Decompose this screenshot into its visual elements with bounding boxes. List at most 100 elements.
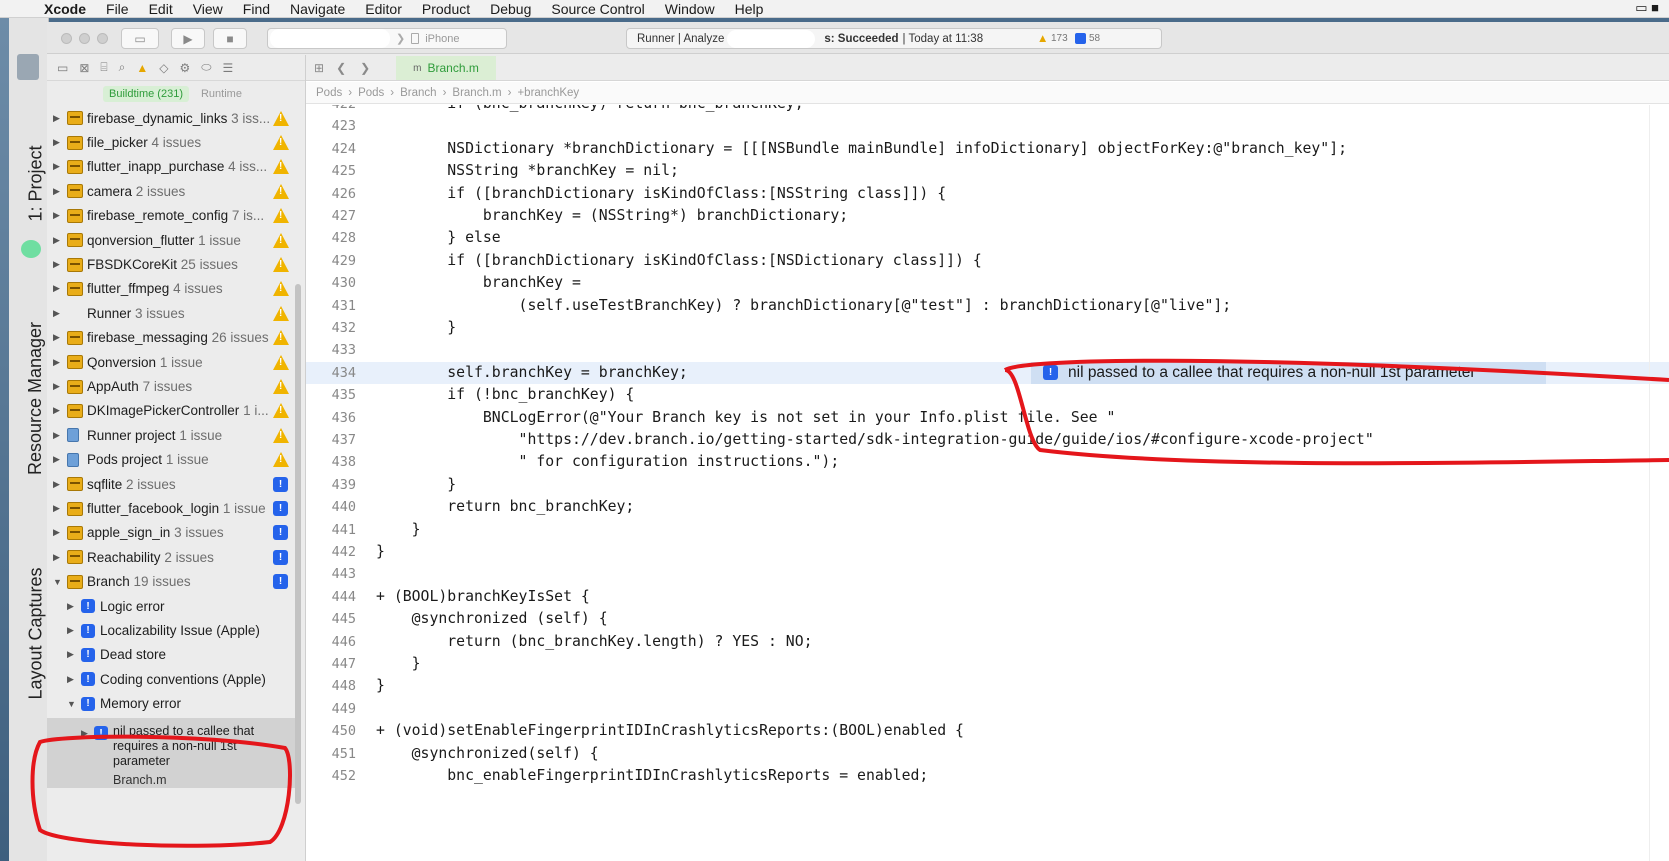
code-line[interactable]: 448 } [306,675,1669,697]
debug-icon[interactable]: ⚙ [179,61,190,75]
warning-count-icon[interactable]: ▲ [1037,33,1048,45]
line-number[interactable]: 427 [306,205,356,227]
issue-group-row[interactable]: ▶ qonversion_flutter 1 issue [47,228,295,252]
code-line[interactable]: 424 NSDictionary *branchDictionary = [[[… [306,138,1669,160]
disclosure-closed-icon[interactable]: ▶ [53,503,60,514]
line-number[interactable]: 436 [306,407,356,429]
issue-group-row[interactable]: ▶ flutter_inapp_purchase 4 iss... [47,155,295,179]
line-number[interactable]: 429 [306,250,356,272]
menu-debug[interactable]: Debug [490,1,531,17]
issue-group-row[interactable]: ▼ Branch 19 issues ! [47,570,295,594]
menu-file[interactable]: File [106,1,129,17]
tab-branch-m[interactable]: m Branch.m [396,56,496,80]
code-line[interactable]: 441 } [306,519,1669,541]
code-area[interactable]: 422 if (bnc_branchKey) return bnc_branch… [306,105,1669,861]
issue-group-row[interactable]: ▶ Pods project 1 issue [47,448,295,472]
code-line[interactable]: 447 } [306,653,1669,675]
menu-window[interactable]: Window [665,1,715,17]
issue-group-row[interactable]: ▶ AppAuth 7 issues [47,374,295,398]
line-number[interactable]: 450 [306,720,356,742]
menu-help[interactable]: Help [735,1,764,17]
disclosure-closed-icon[interactable]: ▶ [53,552,60,563]
symbol-icon[interactable]: ⌸ [100,60,107,75]
code-line[interactable]: 431 (self.useTestBranchKey) ? branchDict… [306,295,1669,317]
line-number[interactable]: 430 [306,272,356,294]
disclosure-closed-icon[interactable]: ▶ [53,527,60,538]
disclosure-closed-icon[interactable]: ▶ [53,479,60,490]
disclosure-closed-icon[interactable]: ▶ [53,454,60,465]
code-line[interactable]: 423 [306,115,1669,137]
menu-app[interactable]: Xcode [44,1,86,17]
menu-source-control[interactable]: Source Control [551,1,644,17]
inline-issue-banner[interactable]: ! nil passed to a callee that requires a … [1031,361,1546,385]
menu-editor[interactable]: Editor [365,1,402,17]
code-line[interactable]: 429 if ([branchDictionary isKindOfClass:… [306,250,1669,272]
code-line[interactable]: 433 [306,339,1669,361]
line-number[interactable]: 451 [306,743,356,765]
disclosure-closed-icon[interactable]: ▶ [67,625,74,636]
code-line[interactable]: 422 if (bnc_branchKey) return bnc_branch… [306,105,1669,115]
scope-buildtime[interactable]: Buildtime (231) [103,86,189,102]
issue-category-row[interactable]: ▶ ! Coding conventions (Apple) [47,667,295,691]
stop-button[interactable]: ■ [213,28,247,49]
code-line[interactable]: 436 BNCLogError(@"Your Branch key is not… [306,407,1669,429]
issue-group-row[interactable]: ▶ Qonversion 1 issue [47,350,295,374]
menu-edit[interactable]: Edit [149,1,173,17]
line-number[interactable]: 442 [306,541,356,563]
issue-group-row[interactable]: ▶ sqflite 2 issues ! [47,472,295,496]
disclosure-closed-icon[interactable]: ▶ [53,405,60,416]
issue-group-row[interactable]: ▶ firebase_remote_config 7 is... [47,204,295,228]
report-icon[interactable]: ☰ [222,61,233,75]
issue-group-row[interactable]: ▶ file_picker 4 issues [47,130,295,154]
breadcrumb-item[interactable]: Branch [400,87,436,99]
disclosure-closed-icon[interactable]: ▶ [53,259,60,270]
line-number[interactable]: 437 [306,429,356,451]
error-count-icon[interactable] [1075,33,1086,44]
source-control-icon[interactable]: ⊠ [79,61,89,75]
menu-product[interactable]: Product [422,1,470,17]
issue-group-row[interactable]: ▶ firebase_messaging 26 issues [47,326,295,350]
line-number[interactable]: 446 [306,631,356,653]
issue-category-row[interactable]: ▼ ! Memory error [47,692,295,716]
line-number[interactable]: 438 [306,451,356,473]
disclosure-closed-icon[interactable]: ▶ [53,210,60,221]
line-number[interactable]: 449 [306,698,356,720]
disclosure-closed-icon[interactable]: ▶ [53,235,60,246]
code-line[interactable]: 440 return bnc_branchKey; [306,496,1669,518]
line-number[interactable]: 445 [306,608,356,630]
issue-group-row[interactable]: ▶ apple_sign_in 3 issues ! [47,521,295,545]
grid-icon[interactable]: ⊞ [314,61,324,75]
disclosure-closed-icon[interactable]: ▶ [53,186,60,197]
issue-group-row[interactable]: ▶ Runner project 1 issue [47,423,295,447]
test-icon[interactable]: ◇ [159,61,168,75]
breadcrumb-item[interactable]: Pods [358,87,384,99]
disclosure-closed-icon[interactable]: ▶ [53,332,60,343]
disclosure-closed-icon[interactable]: ▶ [53,113,60,124]
line-number[interactable]: 425 [306,160,356,182]
forward-icon[interactable]: ❯ [360,61,370,75]
line-number[interactable]: 441 [306,519,356,541]
code-line[interactable]: 432 } [306,317,1669,339]
scheme-selector[interactable]: ❯ iPhone [267,28,507,49]
breakpoint-icon[interactable]: ⬭ [201,60,211,75]
navigator-scrollbar[interactable] [295,284,301,804]
folder-icon[interactable]: ▭ [57,61,68,75]
issue-group-row[interactable]: ▶ FBSDKCoreKit 25 issues [47,252,295,276]
code-line[interactable]: 443 [306,563,1669,585]
code-line[interactable]: 427 branchKey = (NSString*) branchDictio… [306,205,1669,227]
menu-find[interactable]: Find [243,1,270,17]
zoom-button[interactable] [97,33,108,44]
line-number[interactable]: 448 [306,675,356,697]
issue-category-row[interactable]: ▶ ! Logic error [47,594,295,618]
minimize-button[interactable] [79,33,90,44]
line-number[interactable]: 435 [306,384,356,406]
breadcrumb-item[interactable]: Pods [316,87,342,99]
code-line[interactable]: 437 "https://dev.branch.io/getting-start… [306,429,1669,451]
issue-group-row[interactable]: ▶ DKImagePickerController 1 i... [47,399,295,423]
disclosure-closed-icon[interactable]: ▶ [81,728,88,739]
disclosure-closed-icon[interactable]: ▶ [53,283,60,294]
disclosure-closed-icon[interactable]: ▶ [53,308,60,319]
code-line[interactable]: 435 if (!bnc_branchKey) { [306,384,1669,406]
disclosure-closed-icon[interactable]: ▶ [53,161,60,172]
code-line[interactable]: 426 if ([branchDictionary isKindOfClass:… [306,183,1669,205]
